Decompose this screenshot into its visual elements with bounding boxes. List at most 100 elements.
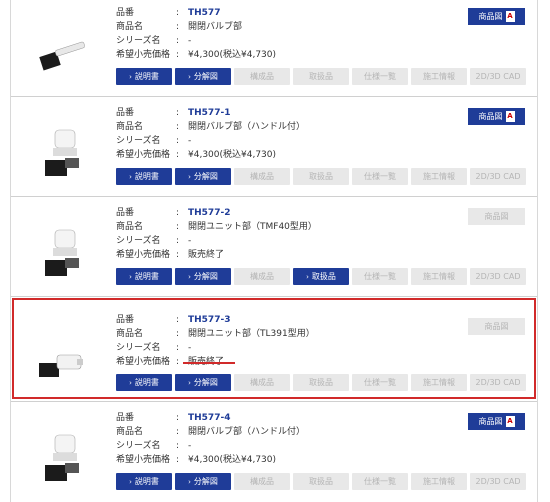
product-thumbnail [31,20,95,84]
manual-button[interactable]: › 説明書 [116,68,172,85]
arrow-icon: › [129,273,132,281]
field-value-code[interactable]: TH577-4 [188,411,230,426]
install-button[interactable]: 施工情報 [411,68,467,85]
cad-button[interactable]: 2D/3D CAD [470,68,526,85]
exploded-button[interactable]: › 分解図 [175,473,231,490]
field-label-series: シリーズ名 [116,136,161,146]
drawing-button-label: 商品図 [484,212,509,221]
manual-button-label: 説明書 [134,172,159,181]
row-divider [11,196,537,197]
field-colon: : [176,122,180,132]
field-colon: : [176,427,180,437]
field-label-code: 品番 [116,8,135,18]
field-value-name: 開閉バルブ部（ハンドル付） [188,122,306,132]
install-button[interactable]: 施工情報 [411,168,467,185]
drawing-button-label: 商品図 [478,12,503,21]
cad-button-label: 2D/3D CAD [475,272,521,281]
parts-button[interactable]: 構成品 [234,68,290,85]
field-label-price: 希望小売価格 [116,150,171,160]
spec-button[interactable]: 仕様一覧 [352,473,408,490]
spec-button[interactable]: 仕様一覧 [352,268,408,285]
parts-button[interactable]: 構成品 [234,473,290,490]
parts-button[interactable]: 構成品 [234,168,290,185]
handling-button-label: 取扱品 [309,477,333,486]
field-label-price: 希望小売価格 [116,250,171,260]
arrow-icon: › [188,478,191,486]
cad-button-label: 2D/3D CAD [475,477,521,486]
field-colon: : [176,8,180,18]
manual-button[interactable]: › 説明書 [116,168,172,185]
row-divider [11,96,537,97]
field-colon: : [176,208,180,218]
product-row: 品番: TH577-1 商品名: 開閉バルブ部（ハンドル付） シリーズ名: - 希望小売価格… [11,100,537,196]
field-label-series: シリーズ名 [116,441,161,451]
field-value-price: 販売終了 [188,250,225,260]
field-value-code[interactable]: TH577-1 [188,106,230,121]
install-button[interactable]: 施工情報 [411,268,467,285]
spec-button[interactable]: 仕様一覧 [352,68,408,85]
drawing-pdf-button[interactable]: 商品図 [468,208,525,225]
cad-button[interactable]: 2D/3D CAD [470,473,526,490]
field-value-series: - [188,441,192,451]
field-colon: : [176,441,180,451]
pdf-icon: A [505,416,515,427]
exploded-button[interactable]: › 分解図 [175,268,231,285]
exploded-button[interactable]: › 分解図 [175,68,231,85]
field-value-code[interactable]: TH577 [188,6,220,21]
install-button-label: 施工情報 [423,477,455,486]
drawing-pdf-button[interactable]: 商品図 A [468,413,525,430]
field-label-price: 希望小売価格 [116,455,171,465]
field-value-name: 開閉バルブ部 [188,22,243,32]
install-button[interactable]: 施工情報 [411,473,467,490]
field-value-code[interactable]: TH577-2 [188,206,230,221]
handling-button[interactable]: 取扱品 [293,168,349,185]
install-button-label: 施工情報 [423,272,455,281]
arrow-icon: › [129,478,132,486]
install-button-label: 施工情報 [423,172,455,181]
handling-button-label: 取扱品 [311,272,336,281]
handling-button[interactable]: › 取扱品 [293,268,349,285]
product-row: 品番: TH577-4 商品名: 開閉バルブ部（ハンドル付） シリーズ名: - 希望小売価格… [11,405,537,501]
product-row: 品番: TH577-2 商品名: 開閉ユニット部（TMF40型用） シリーズ名: - 希望小… [11,200,537,296]
spec-button[interactable]: 仕様一覧 [352,168,408,185]
manual-button[interactable]: › 説明書 [116,268,172,285]
field-value-series: - [188,136,192,146]
field-colon: : [176,50,180,60]
handling-button-label: 取扱品 [309,172,333,181]
field-label-code: 品番 [116,108,135,118]
field-colon: : [176,413,180,423]
field-label-name: 商品名 [116,427,144,437]
exploded-button[interactable]: › 分解図 [175,168,231,185]
row-divider [11,401,537,402]
spec-button-label: 仕様一覧 [364,72,396,81]
arrow-icon: › [188,73,191,81]
field-value-price: ¥4,300(税込¥4,730) [188,150,277,160]
spec-button-label: 仕様一覧 [364,477,396,486]
cad-button-label: 2D/3D CAD [475,172,521,181]
product-row: 品番: TH577 商品名: 開閉バルブ部 シリーズ名: - 希望小売価格: ¥4,300(税… [11,0,537,96]
exploded-button-label: 分解図 [193,172,218,181]
field-value-price: ¥4,300(税込¥4,730) [188,50,277,60]
handling-button[interactable]: 取扱品 [293,68,349,85]
arrow-icon: › [129,73,132,81]
field-colon: : [176,36,180,46]
field-colon: : [176,136,180,146]
cad-button[interactable]: 2D/3D CAD [470,168,526,185]
field-value-price: ¥4,300(税込¥4,730) [188,455,277,465]
field-colon: : [176,222,180,232]
highlight-box [12,298,536,399]
field-colon: : [176,236,180,246]
cad-button[interactable]: 2D/3D CAD [470,268,526,285]
row-divider [11,296,537,297]
manual-button[interactable]: › 説明書 [116,473,172,490]
handling-button[interactable]: 取扱品 [293,473,349,490]
arrow-icon: › [188,273,191,281]
field-label-name: 商品名 [116,222,144,232]
product-thumbnail [31,425,95,489]
drawing-pdf-button[interactable]: 商品図 A [468,8,525,25]
parts-button[interactable]: 構成品 [234,268,290,285]
drawing-pdf-button[interactable]: 商品図 A [468,108,525,125]
handling-button-label: 取扱品 [309,72,333,81]
field-colon: : [176,250,180,260]
exploded-button-label: 分解図 [193,72,218,81]
